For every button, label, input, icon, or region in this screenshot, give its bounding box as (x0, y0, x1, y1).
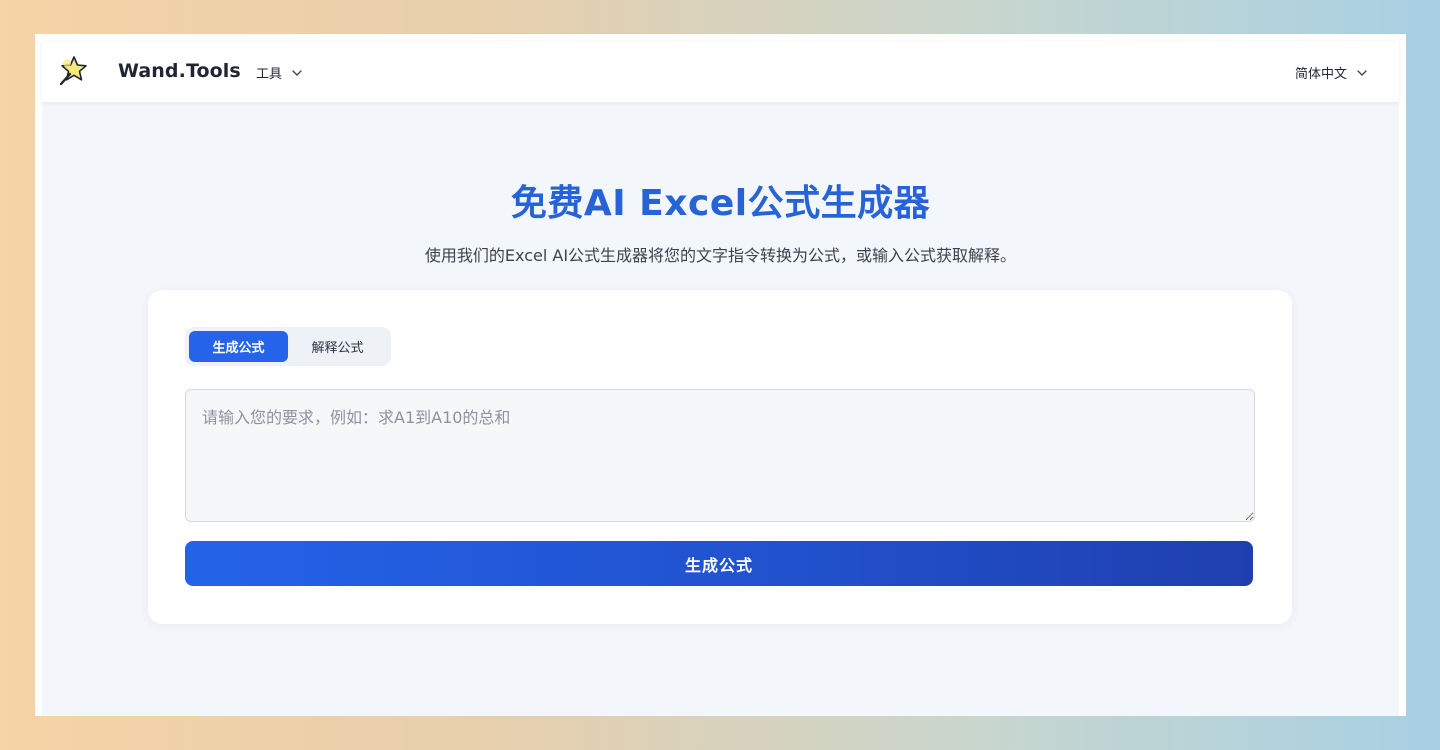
magic-wand-star-icon[interactable] (58, 55, 88, 87)
chevron-down-icon (1356, 67, 1368, 79)
generate-formula-button[interactable]: 生成公式 (185, 541, 1253, 586)
page-subtitle: 使用我们的Excel AI公式生成器将您的文字指令转换为公式，或输入公式获取解释… (424, 246, 1017, 265)
language-dropdown[interactable]: 简体中文 (1295, 63, 1368, 82)
browser-frame: Wand.Tools 工具 简体中文 免费AI Excel公式生成器 使用我们的… (35, 34, 1406, 716)
page-title: 免费AI Excel公式生成器 (510, 183, 931, 224)
tools-dropdown-label: 工具 (256, 67, 283, 82)
top-navbar: Wand.Tools 工具 简体中文 (42, 41, 1399, 102)
brand-name[interactable]: Wand.Tools (118, 60, 241, 82)
tools-dropdown[interactable]: 工具 (256, 63, 303, 82)
requirement-input[interactable] (185, 389, 1255, 522)
tab-generate-formula[interactable]: 生成公式 (189, 331, 288, 362)
tab-explain-formula[interactable]: 解释公式 (288, 331, 387, 362)
formula-generator-card: 生成公式 解释公式 生成公式 (148, 290, 1292, 624)
mode-tabs: 生成公式 解释公式 (185, 327, 391, 366)
chevron-down-icon (291, 67, 303, 79)
page: Wand.Tools 工具 简体中文 免费AI Excel公式生成器 使用我们的… (42, 41, 1399, 716)
language-dropdown-label: 简体中文 (1294, 67, 1347, 82)
